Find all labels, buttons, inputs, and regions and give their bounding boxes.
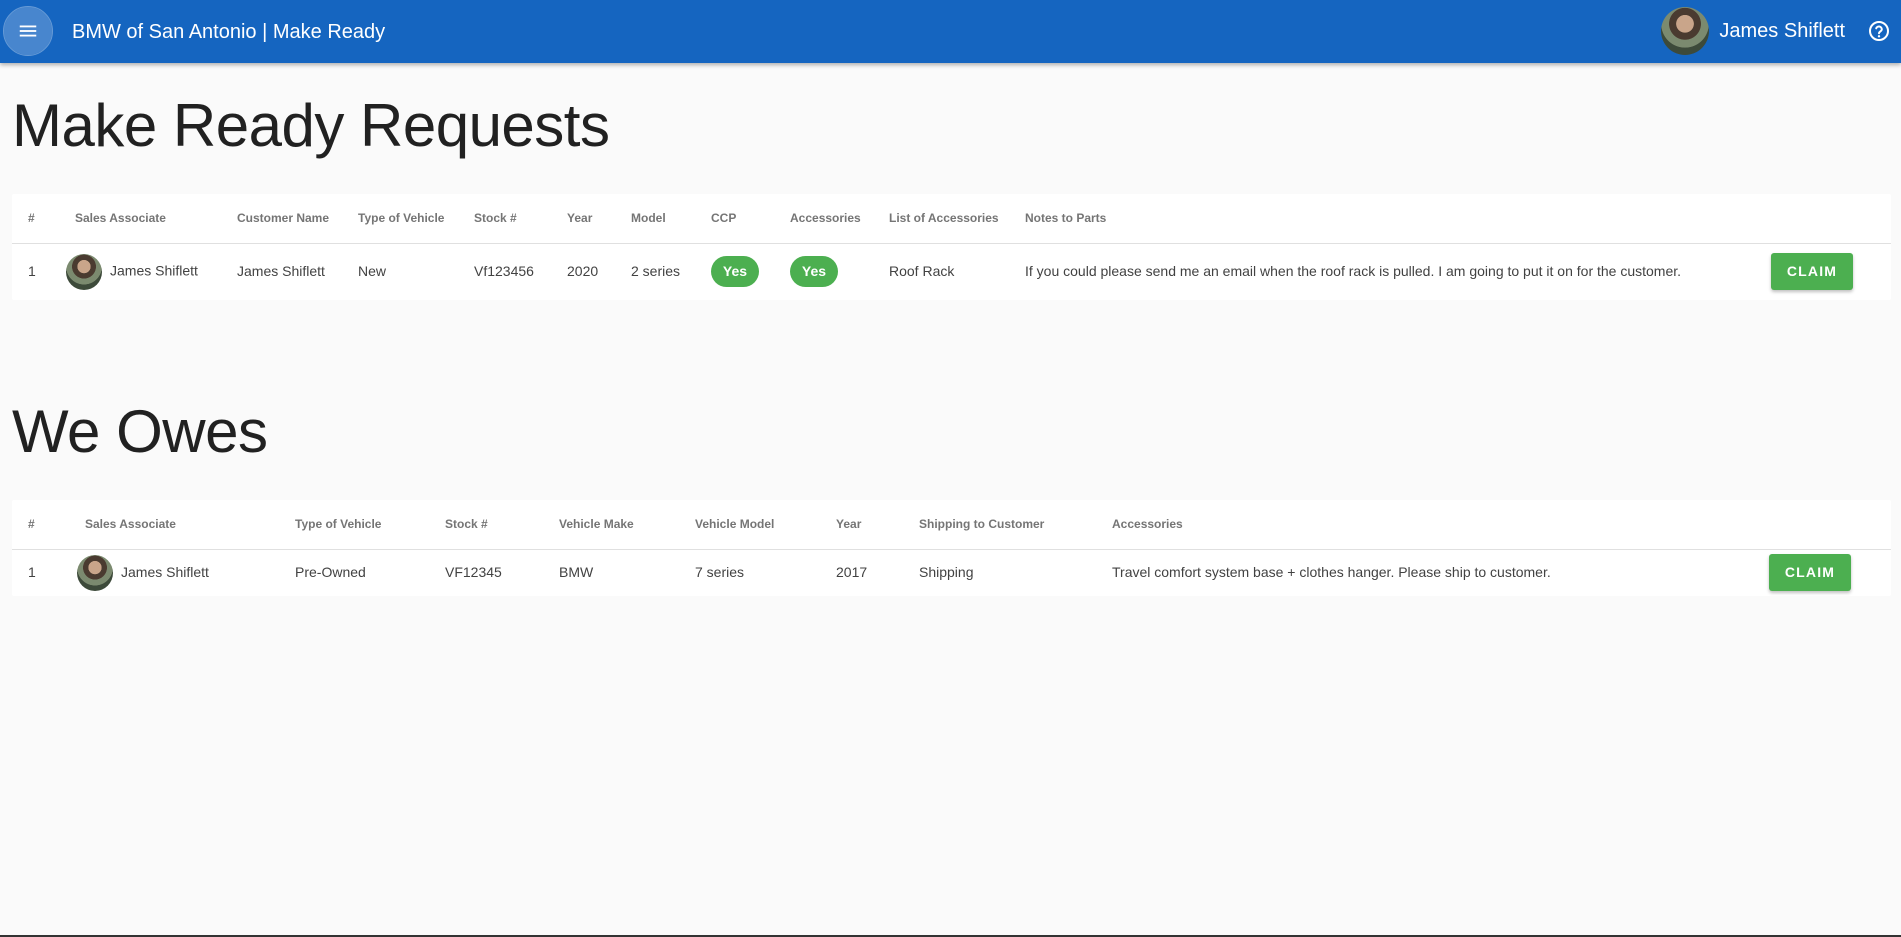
accessories-cell: Travel comfort system base + clothes han… [1112, 564, 1551, 581]
we-owes-table-card: # Sales Associate Type of Vehicle Stock … [12, 500, 1891, 596]
action-cell: CLAIM [1749, 549, 1891, 596]
column-header-vehicle-make: Vehicle Make [541, 500, 677, 550]
help-button[interactable] [1867, 19, 1891, 43]
table-row: 1 James Shiflett Pre-Owned VF12345 BMW 7… [12, 549, 1891, 596]
action-cell: CLAIM [1751, 243, 1891, 300]
menu-button[interactable] [3, 6, 53, 56]
accessories-badge: Yes [790, 256, 838, 288]
column-header-list-of-accessories: List of Accessories [871, 194, 1007, 244]
column-header-notes-to-parts: Notes to Parts [1007, 194, 1751, 244]
we-owes-title: We Owes [12, 398, 268, 465]
ccp-cell: Yes [693, 243, 772, 300]
sales-associate-cell: James Shiflett [57, 243, 219, 300]
make-ready-table: # Sales Associate Customer Name Type of … [12, 194, 1891, 300]
column-header-action [1751, 194, 1891, 244]
column-header-sales-associate: Sales Associate [57, 194, 219, 244]
column-header-number: # [12, 500, 67, 550]
app-bar: BMW of San Antonio | Make Ready James Sh… [0, 0, 1901, 63]
column-header-year: Year [818, 500, 901, 550]
help-circle-icon [1869, 21, 1889, 41]
type-of-vehicle-cell: New [358, 263, 387, 280]
vehicle-model-cell: 7 series [695, 564, 745, 581]
column-header-type-of-vehicle: Type of Vehicle [277, 500, 427, 550]
make-ready-header-row: # Sales Associate Customer Name Type of … [12, 194, 1891, 244]
user-menu[interactable]: James Shiflett [1661, 7, 1891, 55]
sales-associate-cell: James Shiflett [67, 549, 277, 596]
claim-button[interactable]: CLAIM [1771, 253, 1853, 291]
vehicle-make-cell: BMW [559, 564, 594, 581]
accessories-cell: Yes [772, 243, 871, 300]
column-header-ccp: CCP [693, 194, 772, 244]
year-cell: 2020 [567, 263, 599, 280]
sales-associate-name: James Shiflett [110, 262, 198, 279]
column-header-sales-associate: Sales Associate [67, 500, 277, 550]
sales-associate-chip: James Shiflett [77, 554, 273, 591]
row-number: 1 [28, 564, 36, 581]
sales-associate-avatar [77, 554, 113, 591]
shipping-cell: Shipping [919, 564, 974, 581]
stock-cell: Vf123456 [474, 263, 534, 280]
column-header-accessories: Accessories [772, 194, 871, 244]
column-header-accessories: Accessories [1094, 500, 1749, 550]
sales-associate-name: James Shiflett [121, 564, 209, 581]
column-header-action [1749, 500, 1891, 550]
model-cell: 2 series [631, 263, 681, 280]
column-header-model: Model [613, 194, 693, 244]
row-number: 1 [28, 263, 36, 280]
claim-button[interactable]: CLAIM [1769, 554, 1851, 592]
column-header-number: # [12, 194, 57, 244]
year-cell: 2017 [836, 564, 868, 581]
column-header-vehicle-model: Vehicle Model [677, 500, 818, 550]
column-header-shipping-to-customer: Shipping to Customer [901, 500, 1094, 550]
we-owes-header-row: # Sales Associate Type of Vehicle Stock … [12, 500, 1891, 550]
menu-icon [19, 25, 37, 37]
type-of-vehicle-cell: Pre-Owned [295, 564, 366, 581]
app-title: BMW of San Antonio | Make Ready [72, 21, 386, 43]
column-header-customer-name: Customer Name [219, 194, 340, 244]
customer-name-cell: James Shiflett [237, 263, 325, 280]
make-ready-table-card: # Sales Associate Customer Name Type of … [12, 194, 1891, 300]
make-ready-title: Make Ready Requests [12, 92, 610, 159]
column-header-year: Year [549, 194, 613, 244]
stock-cell: VF12345 [445, 564, 502, 581]
we-owes-table: # Sales Associate Type of Vehicle Stock … [12, 500, 1891, 596]
table-row: 1 James Shiflett James Shiflett New Vf12… [12, 243, 1891, 300]
sales-associate-avatar [66, 253, 102, 290]
list-of-accessories-cell: Roof Rack [889, 263, 955, 280]
user-avatar[interactable] [1661, 7, 1710, 55]
column-header-stock: Stock # [427, 500, 541, 550]
user-name[interactable]: James Shiflett [1719, 20, 1845, 43]
column-header-type-of-vehicle: Type of Vehicle [340, 194, 456, 244]
column-header-stock: Stock # [456, 194, 549, 244]
notes-cell: If you could please send me an email whe… [1025, 263, 1682, 280]
ccp-badge: Yes [711, 256, 759, 288]
